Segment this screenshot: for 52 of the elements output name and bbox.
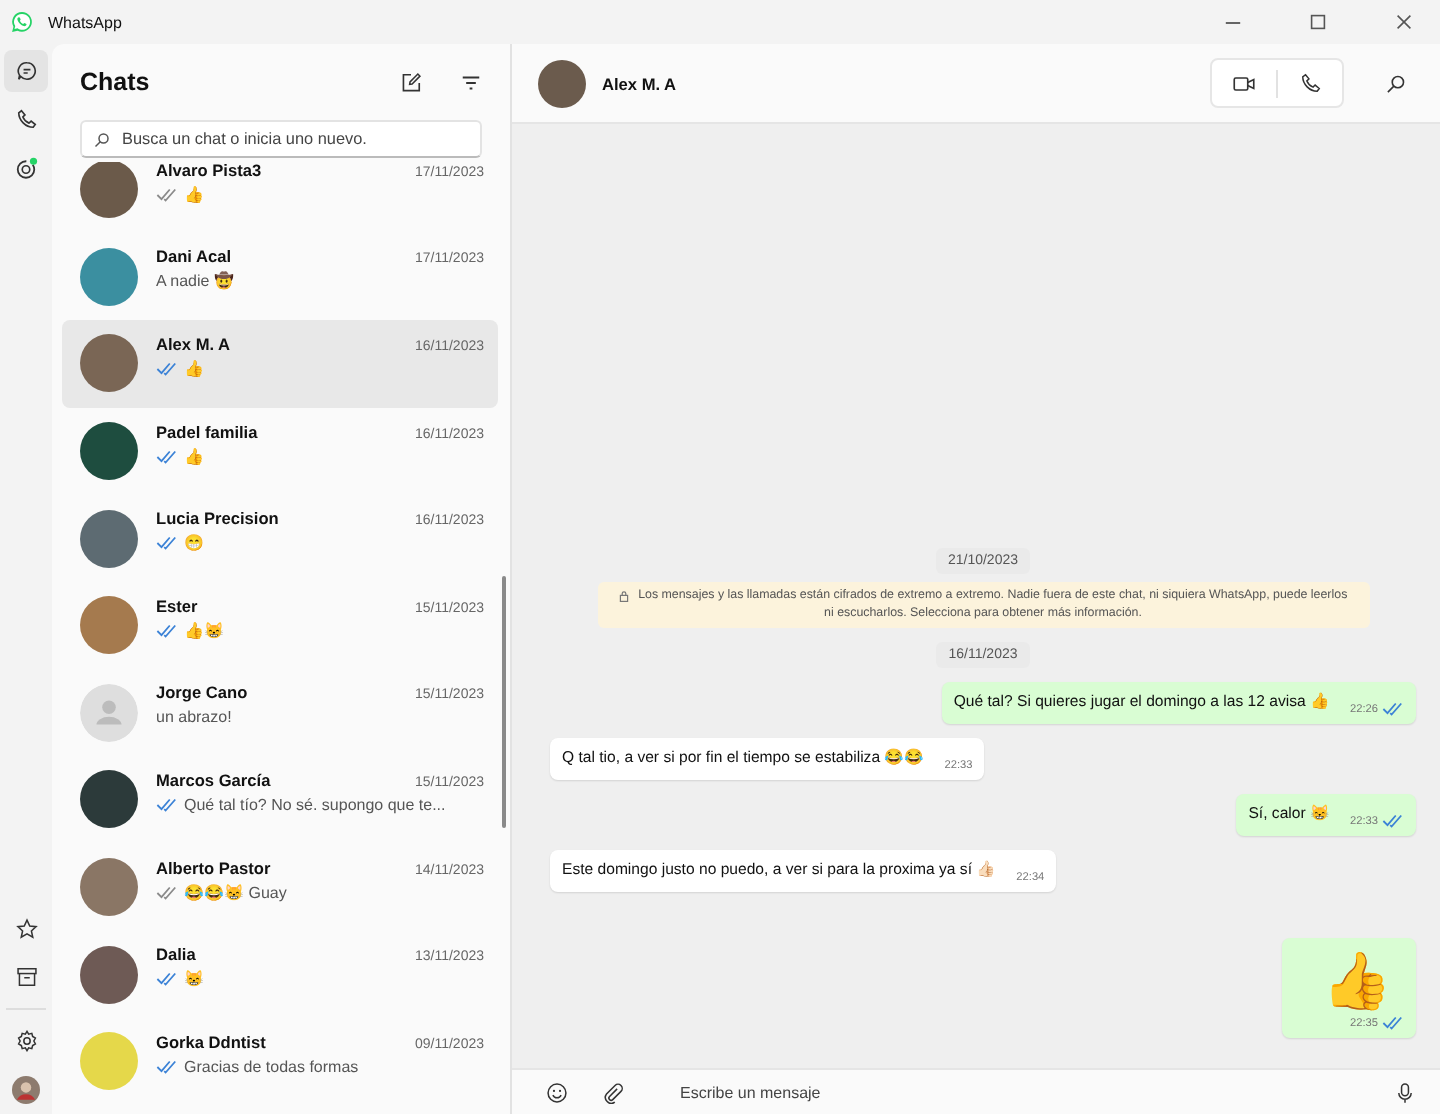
contact-name: Alex M. A <box>156 333 231 354</box>
emoji-message: 👍 <box>1322 954 1392 1010</box>
contact-name: Jorge Cano <box>156 682 248 703</box>
message-preview: 👍😸 <box>184 621 224 640</box>
whatsapp-logo-icon <box>10 10 34 34</box>
message-preview: A nadie 🤠 <box>156 272 234 291</box>
smiley-icon <box>545 1081 567 1103</box>
star-icon <box>15 918 37 940</box>
lock-icon <box>618 589 631 602</box>
message-composer[interactable]: Escribe un mensaje <box>512 1068 1440 1114</box>
contact-name: Lucia Precision <box>156 508 279 529</box>
archive-icon <box>15 966 37 988</box>
close-icon <box>1396 14 1412 30</box>
chat-icon <box>15 60 37 82</box>
message-input[interactable]: Escribe un mensaje <box>676 1081 1368 1103</box>
message-preview: 😂😂😸 Guay <box>184 883 287 902</box>
microphone-icon <box>1393 1081 1415 1103</box>
message-preview: 👍 <box>184 185 204 204</box>
contact-name: Marcos García <box>156 769 271 790</box>
settings-icon <box>15 1030 37 1052</box>
panel-title: Chats <box>80 68 150 96</box>
status-icon <box>14 155 38 179</box>
message-preview: 😸 <box>184 970 204 989</box>
contact-name: Alvaro Pista3 <box>156 162 262 180</box>
phone-icon <box>15 108 37 130</box>
message-preview: 😁 <box>184 534 204 553</box>
contact-name: Dalia <box>156 944 196 965</box>
search-input[interactable]: Busca un chat o inicia uno nuevo. <box>118 128 468 150</box>
contact-name: Gorka Ddntist <box>156 1031 266 1052</box>
photo-placeholder <box>538 59 586 107</box>
message-preview: un abrazo! <box>156 708 232 727</box>
message-preview: 👍 <box>184 359 204 378</box>
message-preview: Gracias de todas formas <box>184 1057 359 1076</box>
profile-avatar <box>12 1075 40 1103</box>
search-field[interactable]: Busca un chat o inicia uno nuevo. <box>80 120 482 158</box>
window-title: WhatsApp <box>48 13 122 31</box>
contact-name: Dani Acal <box>156 246 232 267</box>
contact-name: Alex M. A <box>602 73 677 93</box>
phone-icon <box>1299 72 1321 94</box>
maximize-icon <box>1310 14 1326 30</box>
search-icon <box>94 131 110 147</box>
message-preview: 👍 <box>184 447 204 466</box>
search-icon <box>1386 73 1406 93</box>
contact-name: Alberto Pastor <box>156 857 271 878</box>
contact-name: Ester <box>156 595 198 616</box>
contact-name: Padel familia <box>156 421 258 442</box>
compose-icon <box>399 71 421 93</box>
nav-button[interactable] <box>4 50 48 92</box>
video-camera-icon <box>1232 71 1256 95</box>
message-preview: Qué tal tío? No sé. supongo que te... <box>184 795 446 814</box>
filter-icon <box>459 71 481 93</box>
paperclip-icon <box>601 1081 623 1103</box>
